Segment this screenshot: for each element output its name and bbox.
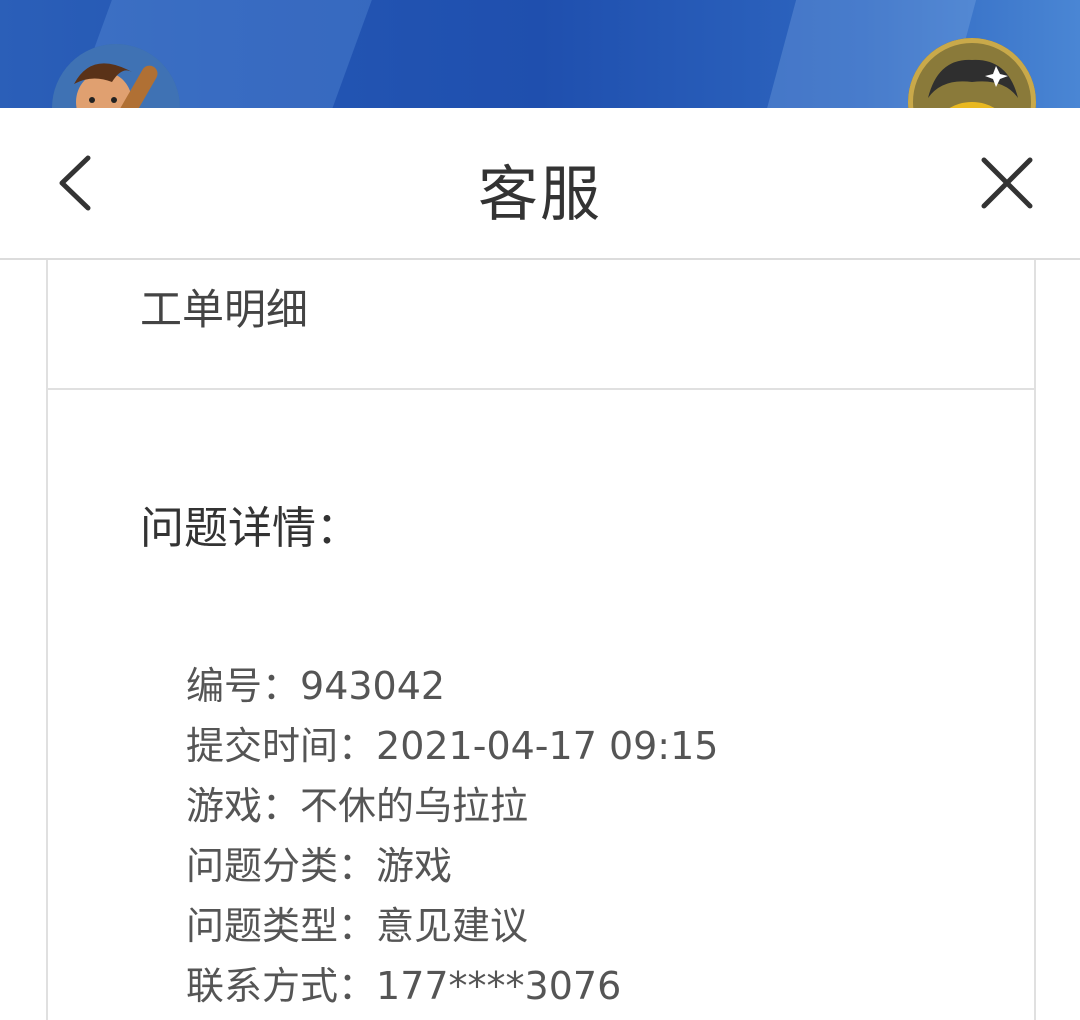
detail-key: 问题类型 (186, 904, 376, 948)
detail-value: 不休的乌拉拉 (300, 784, 529, 828)
detail-value: 943042 (300, 664, 446, 708)
detail-item: 联系方式177****3076 (186, 956, 718, 1016)
close-icon (981, 157, 1033, 209)
detail-key: 问题分类 (186, 844, 376, 888)
detail-list: 编号943042 提交时间2021-04-17 09:15 游戏不休的乌拉拉 问… (186, 656, 718, 1016)
work-order-card: 工单明细 问题详情： 编号943042 提交时间2021-04-17 09:15… (46, 260, 1036, 1020)
issue-details-title: 问题详情： (140, 503, 360, 554)
detail-item: 编号943042 (186, 656, 718, 716)
detail-value: 2021-04-17 09:15 (376, 724, 719, 768)
detail-key: 游戏 (186, 784, 300, 828)
detail-item: 游戏不休的乌拉拉 (186, 776, 718, 836)
detail-item: 提交时间2021-04-17 09:15 (186, 716, 718, 776)
detail-value: 意见建议 (376, 904, 529, 948)
detail-value: 游戏 (376, 844, 453, 888)
page-title: 客服 (478, 160, 602, 230)
card-header: 工单明细 (48, 260, 1034, 390)
game-banner (0, 0, 1080, 108)
detail-item: 问题分类游戏 (186, 836, 718, 896)
detail-value: 177****3076 (376, 964, 622, 1008)
detail-key: 编号 (186, 664, 300, 708)
detail-key: 联系方式 (186, 964, 376, 1008)
close-button[interactable] (976, 152, 1038, 214)
detail-item: 问题类型意见建议 (186, 896, 718, 956)
work-order-heading: 工单明细 (140, 285, 309, 334)
title-bar: 客服 (0, 108, 1080, 260)
detail-key: 提交时间 (186, 724, 376, 768)
